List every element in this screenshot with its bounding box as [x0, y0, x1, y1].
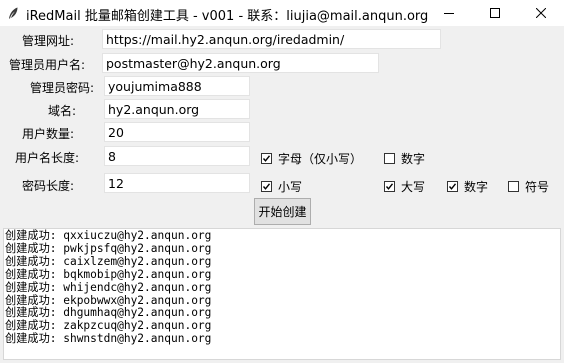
checkbox-checked-icon: [384, 181, 395, 192]
password-length-label: 密码长度:: [22, 179, 75, 193]
log-output[interactable]: 创建成功: qxxiuczu@hy2.anqun.org 创建成功: pwkjps…: [3, 228, 561, 360]
admin-url-input[interactable]: https://mail.hy2.anqun.org/iredadmin/: [102, 29, 441, 49]
feather-icon: [6, 6, 20, 20]
log-line: 创建成功: whijendc@hy2.anqun.org: [5, 280, 212, 294]
admin-user-input[interactable]: postmaster@hy2.anqun.org: [102, 53, 379, 73]
maximize-button[interactable]: [472, 0, 518, 26]
minimize-icon: [444, 8, 454, 18]
title-bar[interactable]: iRedMail 批量邮箱创建工具 - v001 - 联系：liujia@mai…: [0, 0, 564, 26]
username-letters-label: 字母（仅小写）: [278, 152, 363, 166]
close-button[interactable]: [518, 0, 564, 26]
username-letters-checkbox[interactable]: 字母（仅小写）: [261, 150, 362, 167]
close-icon: [536, 8, 546, 18]
checkbox-unchecked-icon: [384, 153, 395, 164]
user-count-label: 用户数量:: [22, 127, 75, 141]
log-line: 创建成功: caixlzem@hy2.anqun.org: [5, 254, 212, 268]
password-symbols-checkbox[interactable]: 符号: [508, 178, 549, 195]
password-symbols-label: 符号: [525, 180, 550, 194]
password-uppercase-label: 大写: [401, 180, 426, 194]
window-title: iRedMail 批量邮箱创建工具 - v001 - 联系：liujia@mai…: [26, 9, 429, 24]
checkbox-checked-icon: [261, 181, 272, 192]
password-lowercase-checkbox[interactable]: 小写: [261, 178, 302, 195]
username-digits-label: 数字: [401, 152, 426, 166]
log-line: 创建成功: qxxiuczu@hy2.anqun.org: [5, 229, 212, 242]
user-count-input[interactable]: 20: [104, 122, 250, 142]
start-create-button[interactable]: 开始创建: [254, 198, 311, 225]
admin-url-label: 管理网址:: [22, 34, 75, 48]
checkbox-checked-icon: [261, 153, 272, 164]
minimize-button[interactable]: [426, 0, 472, 26]
maximize-icon: [490, 8, 500, 18]
checkbox-checked-icon: [447, 181, 458, 192]
log-line: 创建成功: shwnstdn@hy2.anqun.org: [5, 332, 212, 346]
domain-input[interactable]: hy2.anqun.org: [104, 99, 250, 119]
username-length-input[interactable]: 8: [104, 146, 250, 166]
checkbox-unchecked-icon: [508, 181, 519, 192]
username-digits-checkbox[interactable]: 数字: [384, 150, 425, 167]
password-uppercase-checkbox[interactable]: 大写: [384, 178, 425, 195]
password-length-input[interactable]: 12: [104, 173, 250, 193]
admin-password-input[interactable]: youjumima888: [104, 76, 250, 96]
log-line: 创建成功: bqkmobip@hy2.anqun.org: [5, 267, 212, 281]
log-line: 创建成功: pwkjpsfq@hy2.anqun.org: [5, 241, 212, 255]
password-lowercase-label: 小写: [278, 180, 303, 194]
admin-password-label: 管理员密码:: [30, 81, 95, 95]
password-digits-checkbox[interactable]: 数字: [447, 178, 488, 195]
username-length-label: 用户名长度:: [15, 151, 80, 165]
admin-user-label: 管理员用户名:: [9, 58, 86, 72]
app-window: iRedMail 批量邮箱创建工具 - v001 - 联系：liujia@mai…: [0, 0, 564, 363]
password-digits-label: 数字: [464, 180, 489, 194]
domain-label: 域名:: [48, 104, 77, 118]
